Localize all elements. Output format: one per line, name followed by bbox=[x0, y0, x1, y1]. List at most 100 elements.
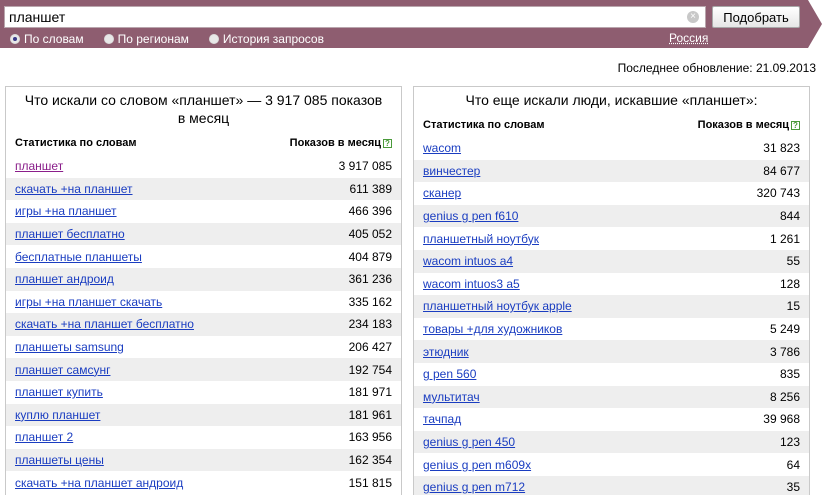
impressions-count: 844 bbox=[779, 209, 800, 224]
submit-button[interactable]: Подобрать bbox=[712, 6, 800, 28]
phrase-link[interactable]: винчестер bbox=[423, 164, 480, 178]
phrase-link[interactable]: wacom intuos a4 bbox=[423, 254, 513, 268]
impressions-count: 335 162 bbox=[348, 294, 392, 309]
impressions-count: 405 052 bbox=[348, 227, 392, 242]
table-row: genius g pen f610 844 bbox=[414, 204, 809, 228]
table-row: genius g pen 450 123 bbox=[414, 430, 809, 454]
table-row: g pen 560 835 bbox=[414, 363, 809, 386]
search-input[interactable] bbox=[5, 7, 685, 27]
phrase-link[interactable]: бесплатные планшеты bbox=[15, 250, 142, 264]
phrase-link[interactable]: wacom intuos3 a5 bbox=[423, 277, 520, 291]
impressions-count: 39 968 bbox=[763, 412, 800, 427]
phrase-link[interactable]: мультитач bbox=[423, 390, 480, 404]
help-icon[interactable]: ? bbox=[383, 138, 392, 148]
phrase-link[interactable]: скачать +на планшет bbox=[15, 182, 133, 196]
impressions-count: 5 249 bbox=[769, 322, 800, 337]
impressions-count: 151 815 bbox=[348, 475, 392, 490]
mode-by-regions[interactable]: По регионам bbox=[103, 31, 189, 47]
impressions-count: 206 427 bbox=[348, 340, 392, 355]
column-count: Показов в месяц? bbox=[290, 137, 392, 149]
impressions-count: 192 754 bbox=[348, 362, 392, 377]
phrase-link[interactable]: планшетный ноутбук bbox=[423, 232, 539, 246]
impressions-count: 320 743 bbox=[756, 186, 800, 201]
impressions-count: 835 bbox=[779, 367, 800, 382]
phrase-link[interactable]: тачпад bbox=[423, 412, 461, 426]
radio-unchecked-icon[interactable] bbox=[103, 34, 114, 44]
help-icon[interactable]: ? bbox=[791, 120, 800, 130]
table-row: планшет самсунг 192 754 bbox=[6, 358, 401, 381]
radio-checked-icon[interactable] bbox=[10, 34, 20, 44]
impressions-count: 181 961 bbox=[348, 407, 392, 422]
phrase-link[interactable]: планшет андроид bbox=[15, 272, 114, 286]
phrase-link[interactable]: genius g pen f610 bbox=[423, 209, 518, 223]
phrase-link[interactable]: игры +на планшет скачать bbox=[15, 295, 162, 309]
phrase-link[interactable]: планшетный ноутбук apple bbox=[423, 299, 572, 313]
phrase-link[interactable]: genius g pen 450 bbox=[423, 435, 515, 449]
column-words: Статистика по словам bbox=[423, 119, 545, 131]
word-list: планшет 3 917 085 скачать +на планшет 611 3… bbox=[6, 155, 401, 494]
table-row: этюдник 3 786 bbox=[414, 340, 809, 363]
phrase-link[interactable]: скачать +на планшет андроид bbox=[15, 476, 183, 490]
impressions-count: 84 677 bbox=[763, 163, 800, 178]
impressions-count: 181 971 bbox=[348, 385, 392, 400]
mode-history[interactable]: История запросов bbox=[208, 31, 324, 47]
table-row: товары +для художников 5 249 bbox=[414, 318, 809, 341]
table-row: планшет 3 917 085 bbox=[6, 155, 401, 178]
impressions-count: 8 256 bbox=[769, 389, 800, 404]
table-row: игры +на планшет скачать 335 162 bbox=[6, 291, 401, 314]
impressions-count: 3 786 bbox=[769, 344, 800, 359]
phrase-link[interactable]: genius g pen m712 bbox=[423, 480, 525, 494]
table-row: планшетный ноутбук apple 15 bbox=[414, 295, 809, 318]
table-row: винчестер 84 677 bbox=[414, 159, 809, 183]
phrase-link[interactable]: планшет купить bbox=[15, 385, 103, 399]
phrase-link[interactable]: g pen 560 bbox=[423, 367, 476, 381]
table-row: мультитач 8 256 bbox=[414, 385, 809, 409]
table-row: скачать +на планшет 611 389 bbox=[6, 177, 401, 201]
phrase-link[interactable]: скачать +на планшет бесплатно bbox=[15, 317, 194, 331]
mode-label: По регионам bbox=[117, 32, 189, 46]
phrase-link[interactable]: genius g pen m609x bbox=[423, 458, 531, 472]
phrase-link[interactable]: этюдник bbox=[423, 345, 469, 359]
table-row: wacom intuos a4 55 bbox=[414, 249, 809, 273]
impressions-count: 128 bbox=[779, 276, 800, 291]
phrase-link[interactable]: планшет бесплатно bbox=[15, 227, 125, 241]
search-bar: × Подобрать По словам По регионам Истори… bbox=[0, 0, 822, 48]
also-searched-panel: Что еще искали люди, искавшие «планшет»:… bbox=[413, 86, 810, 495]
table-row: куплю планшет 181 961 bbox=[6, 403, 401, 427]
table-header: Статистика по словам Показов в месяц? bbox=[6, 135, 401, 151]
table-row: планшеты цены 162 354 bbox=[6, 448, 401, 472]
impressions-count: 123 bbox=[779, 435, 800, 450]
phrase-link[interactable]: куплю планшет bbox=[15, 408, 100, 422]
mode-by-words[interactable]: По словам bbox=[10, 31, 84, 47]
phrase-link[interactable]: планшет bbox=[15, 159, 63, 173]
table-row: genius g pen m609x 64 bbox=[414, 453, 809, 476]
table-row: сканер 320 743 bbox=[414, 182, 809, 205]
word-list: wacom 31 823 винчестер 84 677 сканер 320 743 g… bbox=[414, 137, 809, 495]
impressions-count: 404 879 bbox=[348, 249, 392, 264]
impressions-count: 466 396 bbox=[348, 204, 392, 219]
impressions-count: 35 bbox=[786, 480, 800, 495]
table-row: скачать +на планшет бесплатно 234 183 bbox=[6, 313, 401, 336]
table-row: планшетный ноутбук 1 261 bbox=[414, 227, 809, 250]
region-selector[interactable]: Россия bbox=[669, 31, 708, 45]
table-row: wacom intuos3 a5 128 bbox=[414, 273, 809, 296]
impressions-count: 361 236 bbox=[348, 272, 392, 287]
phrase-link[interactable]: wacom bbox=[423, 141, 461, 155]
column-count: Показов в месяц? bbox=[698, 119, 800, 131]
phrase-link[interactable]: планшет самсунг bbox=[15, 363, 110, 377]
column-words: Статистика по словам bbox=[15, 137, 137, 149]
radio-unchecked-icon[interactable] bbox=[208, 34, 219, 44]
phrase-link[interactable]: игры +на планшет bbox=[15, 204, 117, 218]
phrase-link[interactable]: товары +для художников bbox=[423, 322, 562, 336]
clear-icon[interactable]: × bbox=[687, 11, 699, 23]
impressions-count: 1 261 bbox=[769, 231, 800, 246]
phrase-link[interactable]: планшеты цены bbox=[15, 453, 104, 467]
phrase-link[interactable]: планшеты samsung bbox=[15, 340, 124, 354]
impressions-count: 15 bbox=[786, 299, 800, 314]
table-row: бесплатные планшеты 404 879 bbox=[6, 245, 401, 268]
search-field[interactable]: × bbox=[4, 6, 706, 28]
phrase-link[interactable]: сканер bbox=[423, 186, 461, 200]
table-row: планшет бесплатно 405 052 bbox=[6, 222, 401, 246]
phrase-link[interactable]: планшет 2 bbox=[15, 430, 73, 444]
impressions-count: 31 823 bbox=[763, 141, 800, 156]
